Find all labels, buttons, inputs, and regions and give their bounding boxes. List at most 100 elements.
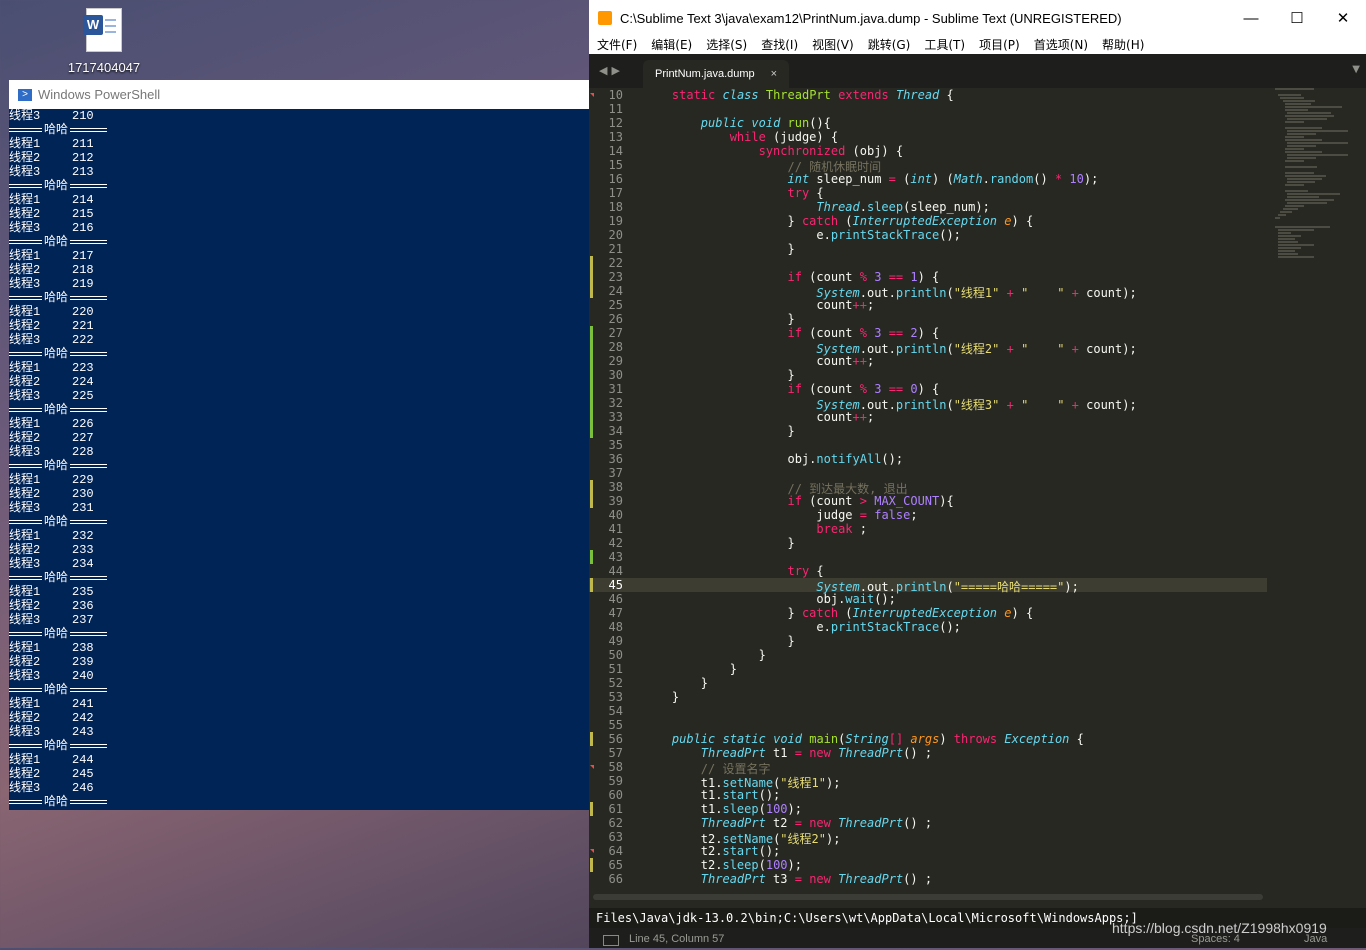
minimize-button[interactable]: —: [1228, 10, 1274, 27]
menu-edit[interactable]: 编辑(E): [651, 36, 692, 54]
sublime-titlebar[interactable]: C:\Sublime Text 3\java\exam12\PrintNum.j…: [589, 0, 1366, 36]
code-line[interactable]: 62 ThreadPrt t2 = new ThreadPrt() ;: [589, 816, 1267, 830]
menu-tools[interactable]: 工具(T): [924, 36, 965, 54]
powershell-window[interactable]: > Windows PowerShell 线程3 210 哈哈 线程1 211 线程2 21…: [9, 80, 590, 810]
code-line[interactable]: 21 }: [589, 242, 1267, 256]
code-line[interactable]: 66 ThreadPrt t3 = new ThreadPrt() ;: [589, 872, 1267, 886]
code-line[interactable]: 35: [589, 438, 1267, 452]
minimap-line: [1277, 253, 1298, 255]
menu-find[interactable]: 查找(I): [761, 36, 798, 54]
code-line[interactable]: 32 System.out.println("线程3" + " " + coun…: [589, 396, 1267, 412]
code-line[interactable]: 33 count++;: [589, 410, 1267, 424]
code-line[interactable]: 31 if (count % 3 == 0) {: [589, 382, 1267, 396]
code-line[interactable]: 29 count++;: [589, 354, 1267, 368]
powershell-output[interactable]: 线程3 210 哈哈 线程1 211 线程2 212 线程3 213 哈哈 线程1 214 线程2 215…: [9, 109, 590, 809]
count-value: 241: [72, 697, 94, 711]
count-value: 244: [72, 753, 94, 767]
line-number: 46: [608, 592, 623, 606]
code-line[interactable]: 37: [589, 466, 1267, 480]
menu-project[interactable]: 项目(P): [979, 36, 1020, 54]
panel-toggle-icon[interactable]: [603, 935, 619, 946]
line-number: 49: [608, 634, 623, 648]
code-line[interactable]: 57 ThreadPrt t1 = new ThreadPrt() ;: [589, 746, 1267, 760]
tab-nav-arrows-icon[interactable]: ◀▶: [599, 64, 624, 77]
code-line[interactable]: 11: [589, 102, 1267, 116]
code-line[interactable]: 40 judge = false;: [589, 508, 1267, 522]
code-line[interactable]: 59 t1.setName("线程1");: [589, 774, 1267, 790]
code-line[interactable]: 23 if (count % 3 == 1) {: [589, 270, 1267, 284]
code-line[interactable]: 41 break ;: [589, 522, 1267, 536]
code-line[interactable]: 19 } catch (InterruptedException e) {: [589, 214, 1267, 228]
code-line[interactable]: 15 // 随机休眠时间: [589, 158, 1267, 174]
code-line[interactable]: 56 public static void main(String[] args…: [589, 732, 1267, 746]
minimap-line: [1277, 256, 1314, 258]
menu-goto[interactable]: 跳转(G): [868, 36, 911, 54]
code-line[interactable]: 39 if (count > MAX_COUNT){: [589, 494, 1267, 508]
menu-selection[interactable]: 选择(S): [706, 36, 747, 54]
code-line[interactable]: 13 while (judge) {: [589, 130, 1267, 144]
code-line[interactable]: 12 public void run(){: [589, 116, 1267, 130]
line-number: 22: [608, 256, 623, 270]
code-line[interactable]: 58 // 设置名字: [589, 760, 1267, 776]
line-number: 66: [608, 872, 623, 886]
maximize-button[interactable]: ☐: [1274, 9, 1320, 27]
tab-dropdown-icon[interactable]: ▼: [1352, 64, 1360, 75]
code-line[interactable]: 10 static class ThreadPrt extends Thread…: [589, 88, 1267, 102]
minimap[interactable]: [1267, 88, 1366, 892]
code-text: count++;: [643, 410, 875, 424]
code-line[interactable]: 25 count++;: [589, 298, 1267, 312]
code-line[interactable]: 54: [589, 704, 1267, 718]
code-line[interactable]: 45 System.out.println("=====哈哈=====");: [589, 578, 1267, 594]
code-line[interactable]: 34 }: [589, 424, 1267, 438]
close-button[interactable]: ✕: [1320, 9, 1366, 27]
code-line[interactable]: 43: [589, 550, 1267, 564]
code-line[interactable]: 47 } catch (InterruptedException e) {: [589, 606, 1267, 620]
tab-printnum[interactable]: PrintNum.java.dump ×: [643, 60, 789, 88]
code-line[interactable]: 42 }: [589, 536, 1267, 550]
code-line[interactable]: 49 }: [589, 634, 1267, 648]
code-line[interactable]: 26 }: [589, 312, 1267, 326]
menu-view[interactable]: 视图(V): [812, 36, 854, 54]
code-line[interactable]: 20 e.printStackTrace();: [589, 228, 1267, 242]
code-line[interactable]: 61 t1.sleep(100);: [589, 802, 1267, 816]
code-line[interactable]: 65 t2.sleep(100);: [589, 858, 1267, 872]
code-line[interactable]: 48 e.printStackTrace();: [589, 620, 1267, 634]
powershell-titlebar[interactable]: > Windows PowerShell: [9, 80, 590, 109]
code-line[interactable]: 36 obj.notifyAll();: [589, 452, 1267, 466]
tab-close-icon[interactable]: ×: [771, 60, 777, 88]
code-line[interactable]: 44 try {: [589, 564, 1267, 578]
code-line[interactable]: 16 int sleep_num = (int) (Math.random() …: [589, 172, 1267, 186]
code-line[interactable]: 52 }: [589, 676, 1267, 690]
line-number: 36: [608, 452, 623, 466]
code-line[interactable]: 51 }: [589, 662, 1267, 676]
code-line[interactable]: 30 }: [589, 368, 1267, 382]
code-text: break ;: [816, 522, 867, 536]
code-line[interactable]: 60 t1.start();: [589, 788, 1267, 802]
horizontal-scrollbar[interactable]: [593, 894, 1263, 900]
desktop-file-icon[interactable]: W 1717404047: [66, 8, 142, 75]
code-line[interactable]: 38 // 到达最大数, 退出: [589, 480, 1267, 496]
code-line[interactable]: 53 }: [589, 690, 1267, 704]
sublime-window[interactable]: C:\Sublime Text 3\java\exam12\PrintNum.j…: [589, 0, 1366, 948]
code-line[interactable]: 46 obj.wait();: [589, 592, 1267, 606]
menu-preferences[interactable]: 首选项(N): [1034, 36, 1088, 54]
code-line[interactable]: 18 Thread.sleep(sleep_num);: [589, 200, 1267, 214]
code-line[interactable]: 64 t2.start();: [589, 844, 1267, 858]
code-line[interactable]: 22: [589, 256, 1267, 270]
code-line[interactable]: 63 t2.setName("线程2");: [589, 830, 1267, 846]
code-line[interactable]: 14 synchronized (obj) {: [589, 144, 1267, 158]
output-line: 线程3 219: [9, 277, 590, 291]
code-line[interactable]: 50 }: [589, 648, 1267, 662]
minimap-line: [1277, 94, 1302, 96]
code-line[interactable]: 28 System.out.println("线程2" + " " + coun…: [589, 340, 1267, 356]
menu-file[interactable]: 文件(F): [597, 36, 637, 54]
menu-help[interactable]: 帮助(H): [1102, 36, 1144, 54]
code-line[interactable]: 27 if (count % 3 == 2) {: [589, 326, 1267, 340]
code-line[interactable]: 55: [589, 718, 1267, 732]
code-line[interactable]: 24 System.out.println("线程1" + " " + coun…: [589, 284, 1267, 300]
output-separator: 哈哈: [9, 795, 107, 809]
code-editor[interactable]: 10 static class ThreadPrt extends Thread…: [589, 88, 1267, 892]
line-number: 33: [608, 410, 623, 424]
code-line[interactable]: 17 try {: [589, 186, 1267, 200]
line-number: 21: [608, 242, 623, 256]
